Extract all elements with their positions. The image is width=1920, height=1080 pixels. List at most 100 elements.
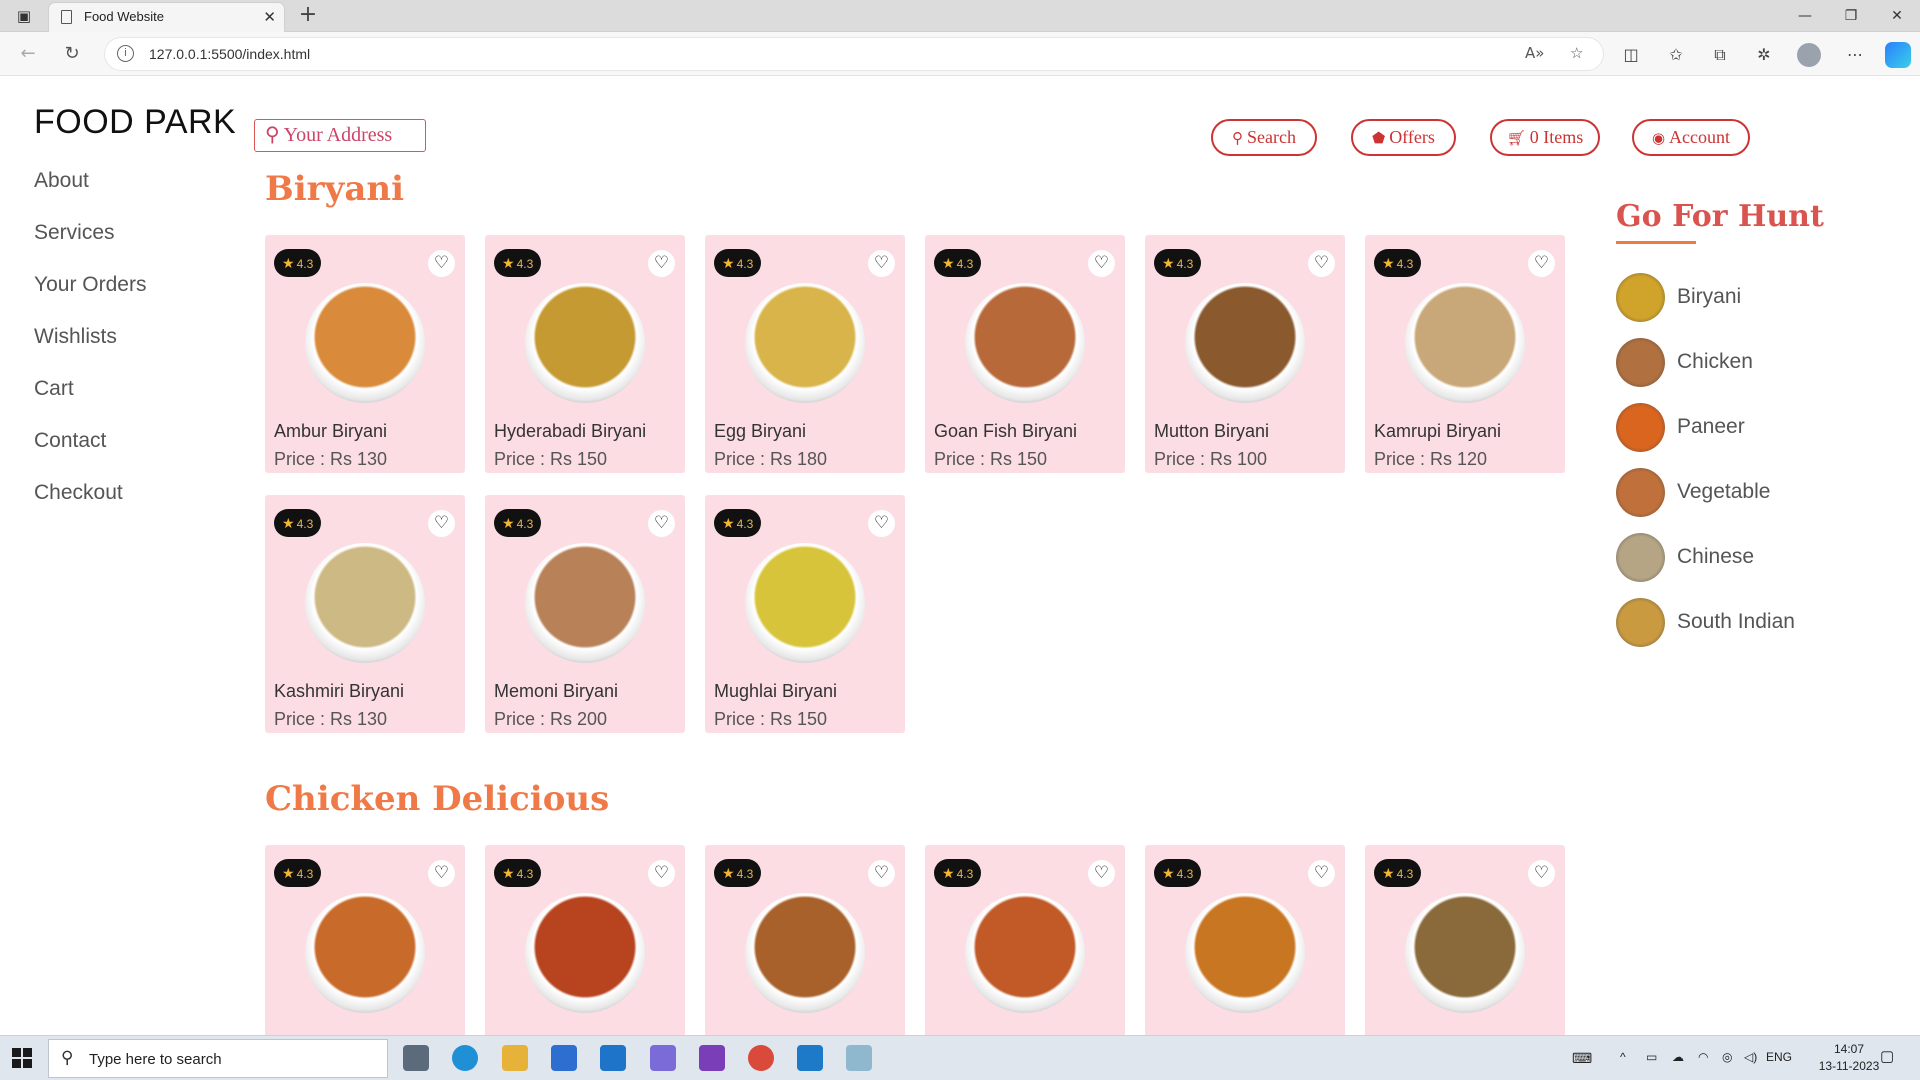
page-icon xyxy=(61,10,72,24)
globe-icon[interactable]: ◎ xyxy=(1722,1050,1732,1064)
copilot-icon[interactable] xyxy=(1885,42,1911,68)
product-name[interactable]: Kashmiri Biryani xyxy=(274,681,404,702)
copilot-app-icon[interactable] xyxy=(650,1045,676,1071)
minimize-button[interactable]: — xyxy=(1782,0,1828,32)
product-name[interactable]: Memoni Biryani xyxy=(494,681,618,702)
task-view-icon[interactable] xyxy=(403,1045,429,1071)
product-card[interactable]: ★ 4.3 ♡ xyxy=(1365,845,1565,1035)
collections-icon[interactable]: ⧉ xyxy=(1707,43,1733,67)
nav-about[interactable]: About xyxy=(34,169,146,221)
wifi-icon[interactable]: ◠ xyxy=(1698,1050,1708,1064)
nav-contact[interactable]: Contact xyxy=(34,429,146,481)
visual-studio-icon[interactable] xyxy=(699,1045,725,1071)
notification-icon[interactable]: ▢ xyxy=(1880,1047,1894,1065)
wishlist-heart-icon[interactable]: ♡ xyxy=(1308,860,1335,887)
wishlist-heart-icon[interactable]: ♡ xyxy=(868,510,895,537)
extensions-icon[interactable]: ✲ xyxy=(1751,43,1777,67)
taskbar-search-box[interactable]: ⚲ Type here to search xyxy=(48,1039,388,1078)
nav-services[interactable]: Services xyxy=(34,221,146,273)
tab-actions-icon[interactable]: ▣ xyxy=(6,0,42,32)
restore-button[interactable]: ❐ xyxy=(1828,0,1874,32)
product-name[interactable]: Ambur Biryani xyxy=(274,421,387,442)
keyboard-icon[interactable]: ⌨ xyxy=(1572,1050,1592,1067)
app-icon[interactable] xyxy=(748,1045,774,1071)
favorite-star-icon[interactable]: ☆ xyxy=(1570,44,1583,62)
product-card[interactable]: ★ 4.3 ♡ Ambur Biryani Price : Rs 130 xyxy=(265,235,465,473)
more-menu-icon[interactable]: ⋯ xyxy=(1842,43,1868,67)
wishlist-heart-icon[interactable]: ♡ xyxy=(428,250,455,277)
product-card[interactable]: ★ 4.3 ♡ xyxy=(1145,845,1345,1035)
nav-checkout[interactable]: Checkout xyxy=(34,481,146,533)
site-info-icon[interactable]: i xyxy=(117,45,134,62)
product-card[interactable]: ★ 4.3 ♡ Goan Fish Biryani Price : Rs 150 xyxy=(925,235,1125,473)
dish-image xyxy=(305,893,425,1013)
product-name[interactable]: Kamrupi Biryani xyxy=(1374,421,1501,442)
nav-cart[interactable]: Cart xyxy=(34,377,146,429)
address-bar[interactable]: i 127.0.0.1:5500/index.html A» ☆ xyxy=(104,37,1604,71)
volume-icon[interactable]: ◁) xyxy=(1744,1050,1757,1064)
nav-your-orders[interactable]: Your Orders xyxy=(34,273,146,325)
product-card[interactable]: ★ 4.3 ♡ Hyderabadi Biryani Price : Rs 150 xyxy=(485,235,685,473)
site-logo[interactable]: FOOD PARK xyxy=(34,103,236,142)
address-placeholder: Your Address xyxy=(283,124,393,146)
search-button[interactable]: ⚲ Search xyxy=(1211,119,1317,156)
browser-tab[interactable]: Food Website ✕ xyxy=(48,2,285,32)
notepad-icon[interactable] xyxy=(846,1045,872,1071)
clock[interactable]: 14:07 13-11-2023 xyxy=(1814,1041,1884,1075)
profile-icon[interactable] xyxy=(1797,43,1821,67)
show-hidden-icons[interactable]: ^ xyxy=(1620,1050,1626,1064)
product-card[interactable]: ★ 4.3 ♡ Memoni Biryani Price : Rs 200 xyxy=(485,495,685,733)
wishlist-heart-icon[interactable]: ♡ xyxy=(428,860,455,887)
product-card[interactable]: ★ 4.3 ♡ Mutton Biryani Price : Rs 100 xyxy=(1145,235,1345,473)
star-icon: ★ xyxy=(502,865,515,881)
wishlist-heart-icon[interactable]: ♡ xyxy=(1528,250,1555,277)
wishlist-heart-icon[interactable]: ♡ xyxy=(868,860,895,887)
address-input[interactable]: ⚲ Your Address xyxy=(254,119,426,152)
wishlist-heart-icon[interactable]: ♡ xyxy=(868,250,895,277)
wishlist-heart-icon[interactable]: ♡ xyxy=(1308,250,1335,277)
language-indicator[interactable]: ENG xyxy=(1766,1050,1792,1064)
product-card[interactable]: ★ 4.3 ♡ xyxy=(705,845,905,1035)
edge-icon[interactable] xyxy=(452,1045,478,1071)
split-screen-icon[interactable]: ◫ xyxy=(1618,43,1644,67)
account-button[interactable]: ◉ Account xyxy=(1632,119,1750,156)
wishlist-heart-icon[interactable]: ♡ xyxy=(648,250,675,277)
product-name[interactable]: Mughlai Biryani xyxy=(714,681,837,702)
cart-button[interactable]: 🛒︎ 0 Items xyxy=(1490,119,1600,156)
product-name[interactable]: Egg Biryani xyxy=(714,421,806,442)
refresh-icon[interactable]: ↻ xyxy=(58,42,86,66)
back-icon[interactable]: ← xyxy=(14,42,42,66)
offers-button[interactable]: ⬟ Offers xyxy=(1351,119,1456,156)
mail-icon[interactable] xyxy=(600,1045,626,1071)
url-text[interactable]: 127.0.0.1:5500/index.html xyxy=(149,46,310,62)
wishlist-heart-icon[interactable]: ♡ xyxy=(428,510,455,537)
product-name[interactable]: Mutton Biryani xyxy=(1154,421,1269,442)
wishlist-heart-icon[interactable]: ♡ xyxy=(1088,250,1115,277)
new-tab-button[interactable]: + xyxy=(293,0,323,32)
nav-wishlists[interactable]: Wishlists xyxy=(34,325,146,377)
product-card[interactable]: ★ 4.3 ♡ Mughlai Biryani Price : Rs 150 xyxy=(705,495,905,733)
read-aloud-icon[interactable]: A» xyxy=(1525,44,1544,62)
network-icon[interactable]: ☁ xyxy=(1672,1050,1684,1064)
file-explorer-icon[interactable] xyxy=(502,1045,528,1071)
wishlist-heart-icon[interactable]: ♡ xyxy=(1088,860,1115,887)
product-card[interactable]: ★ 4.3 ♡ Kashmiri Biryani Price : Rs 130 xyxy=(265,495,465,733)
wishlist-heart-icon[interactable]: ♡ xyxy=(648,860,675,887)
battery-icon[interactable]: ▭ xyxy=(1646,1050,1657,1064)
wishlist-heart-icon[interactable]: ♡ xyxy=(648,510,675,537)
favorites-icon[interactable]: ✩ xyxy=(1663,43,1689,67)
product-name[interactable]: Hyderabadi Biryani xyxy=(494,421,646,442)
product-card[interactable]: ★ 4.3 ♡ xyxy=(925,845,1125,1035)
store-icon[interactable] xyxy=(551,1045,577,1071)
close-tab-icon[interactable]: ✕ xyxy=(263,8,276,26)
product-card[interactable]: ★ 4.3 ♡ Egg Biryani Price : Rs 180 xyxy=(705,235,905,473)
wishlist-heart-icon[interactable]: ♡ xyxy=(1528,860,1555,887)
vscode-icon[interactable] xyxy=(797,1045,823,1071)
product-card[interactable]: ★ 4.3 ♡ xyxy=(265,845,465,1035)
windows-start-icon[interactable] xyxy=(12,1048,32,1068)
product-card[interactable]: ★ 4.3 ♡ xyxy=(485,845,685,1035)
product-name[interactable]: Goan Fish Biryani xyxy=(934,421,1077,442)
product-card[interactable]: ★ 4.3 ♡ Kamrupi Biryani Price : Rs 120 xyxy=(1365,235,1565,473)
close-window-button[interactable]: ✕ xyxy=(1874,0,1920,32)
dish-image xyxy=(965,893,1085,1013)
